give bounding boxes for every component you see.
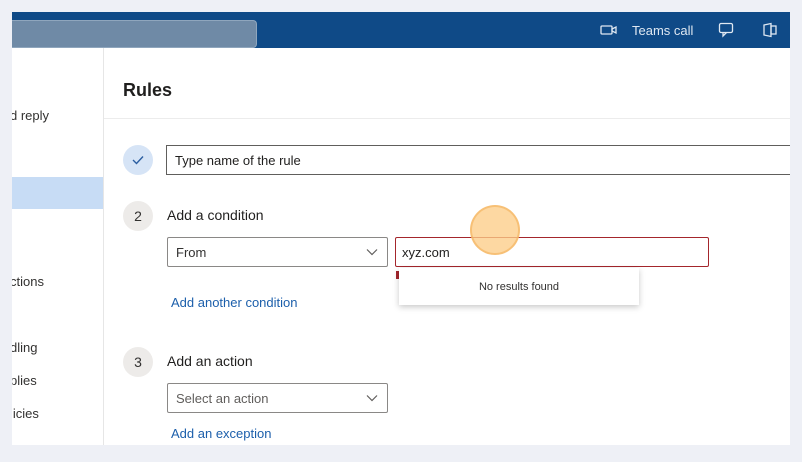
condition-selected-value: From <box>176 244 207 260</box>
rule-name-placeholder: Type name of the rule <box>175 152 301 168</box>
video-icon[interactable] <box>600 12 618 48</box>
rules-panel: Rules Type name of the rule 2 Add a cond… <box>104 48 790 445</box>
suggestions-popup: No results found <box>399 268 639 305</box>
search-box[interactable] <box>12 20 257 48</box>
nav-item-policies[interactable]: licies <box>12 406 39 421</box>
chat-icon[interactable] <box>718 12 736 48</box>
step-1-complete-badge <box>123 145 153 175</box>
office-icon[interactable] <box>762 12 778 48</box>
nav-item-replies[interactable]: plies <box>12 373 37 388</box>
action-dropdown[interactable]: Select an action <box>167 383 388 413</box>
chevron-down-icon <box>365 391 379 405</box>
add-exception-link[interactable]: Add an exception <box>171 426 271 441</box>
teams-call-button[interactable]: Teams call <box>632 12 693 48</box>
nav-item-handling[interactable]: dling <box>12 340 37 355</box>
title-divider <box>104 118 790 119</box>
rule-name-input[interactable]: Type name of the rule <box>166 145 790 175</box>
click-highlight-marker <box>470 205 520 255</box>
add-another-condition-link[interactable]: Add another condition <box>171 295 297 310</box>
checkmark-icon <box>132 156 144 165</box>
action-heading: Add an action <box>167 353 253 369</box>
nav-item-actions[interactable]: ctions <box>12 274 44 289</box>
nav-item-rules-selected[interactable] <box>12 177 103 209</box>
settings-left-nav: d reply ctions dling plies licies <box>12 48 104 445</box>
condition-heading: Add a condition <box>167 207 264 223</box>
step-2-badge: 2 <box>123 201 153 231</box>
step-3-badge: 3 <box>123 347 153 377</box>
page-title: Rules <box>123 80 173 100</box>
condition-value-input[interactable]: xyz.com <box>395 237 709 267</box>
outlook-window: Teams call d reply ctions dling plies li… <box>12 12 790 445</box>
no-results-message: No results found <box>478 280 560 293</box>
chevron-down-icon <box>365 245 379 259</box>
nav-item-reply[interactable]: d reply <box>12 108 49 123</box>
condition-value-text: xyz.com <box>402 244 450 260</box>
top-bar: Teams call <box>12 12 790 48</box>
action-placeholder: Select an action <box>176 390 269 406</box>
condition-dropdown[interactable]: From <box>167 237 388 267</box>
teams-call-label: Teams call <box>632 22 694 38</box>
